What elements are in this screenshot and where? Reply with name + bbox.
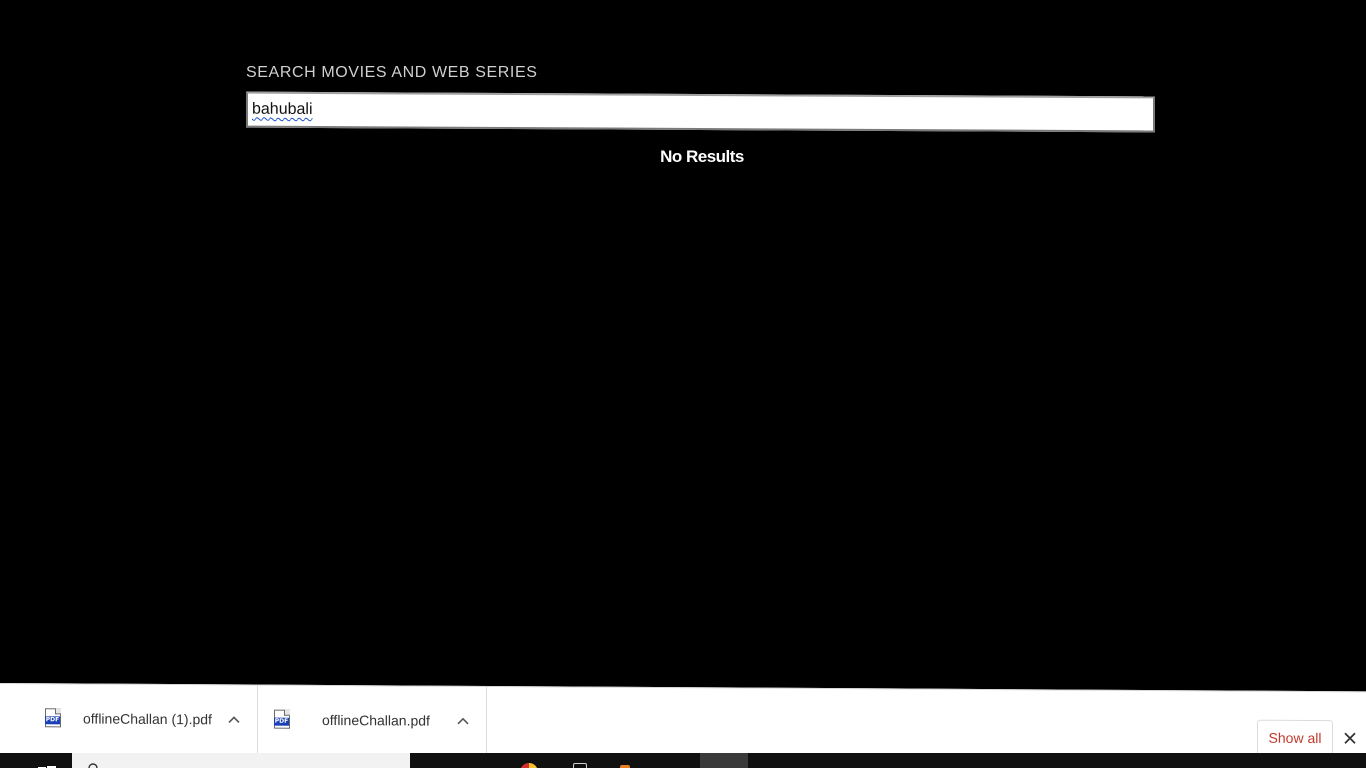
pdf-file-icon: PDF — [45, 708, 61, 728]
search-icon — [88, 762, 100, 768]
file-explorer-icon[interactable] — [573, 763, 587, 768]
download-file-name[interactable]: offlineChallan (1).pdf — [83, 711, 212, 728]
download-file-name[interactable]: offlineChallan.pdf — [322, 712, 430, 729]
show-all-button[interactable]: Show all — [1257, 719, 1333, 757]
taskbar — [0, 753, 1366, 768]
chevron-up-icon[interactable] — [224, 709, 244, 729]
taskbar-search-box[interactable] — [72, 753, 410, 768]
search-input-value[interactable]: bahubali — [252, 101, 313, 118]
download-shelf: PDF offlineChallan (1).pdf PDF offlineCh… — [0, 683, 1366, 763]
pdf-tag: PDF — [45, 716, 60, 725]
close-icon[interactable] — [1340, 728, 1360, 748]
download-item[interactable]: PDF offlineChallan.pdf — [258, 685, 487, 757]
page: SEARCH MOVIES AND WEB SERIES bahubali No… — [0, 0, 1366, 768]
windows-start-icon[interactable] — [38, 762, 56, 768]
pdf-file-icon: PDF — [274, 709, 290, 729]
chevron-up-icon[interactable] — [453, 711, 473, 731]
active-app-icon[interactable] — [700, 753, 748, 768]
chrome-icon[interactable] — [520, 763, 538, 768]
download-item[interactable]: PDF offlineChallan (1).pdf — [0, 684, 258, 756]
search-label: SEARCH MOVIES AND WEB SERIES — [246, 64, 538, 81]
search-input[interactable]: bahubali — [252, 96, 313, 124]
taskbar-apps — [410, 753, 750, 768]
no-results-message: No Results — [660, 147, 744, 166]
search-box[interactable]: bahubali — [246, 91, 1155, 133]
pdf-tag: PDF — [274, 717, 289, 726]
